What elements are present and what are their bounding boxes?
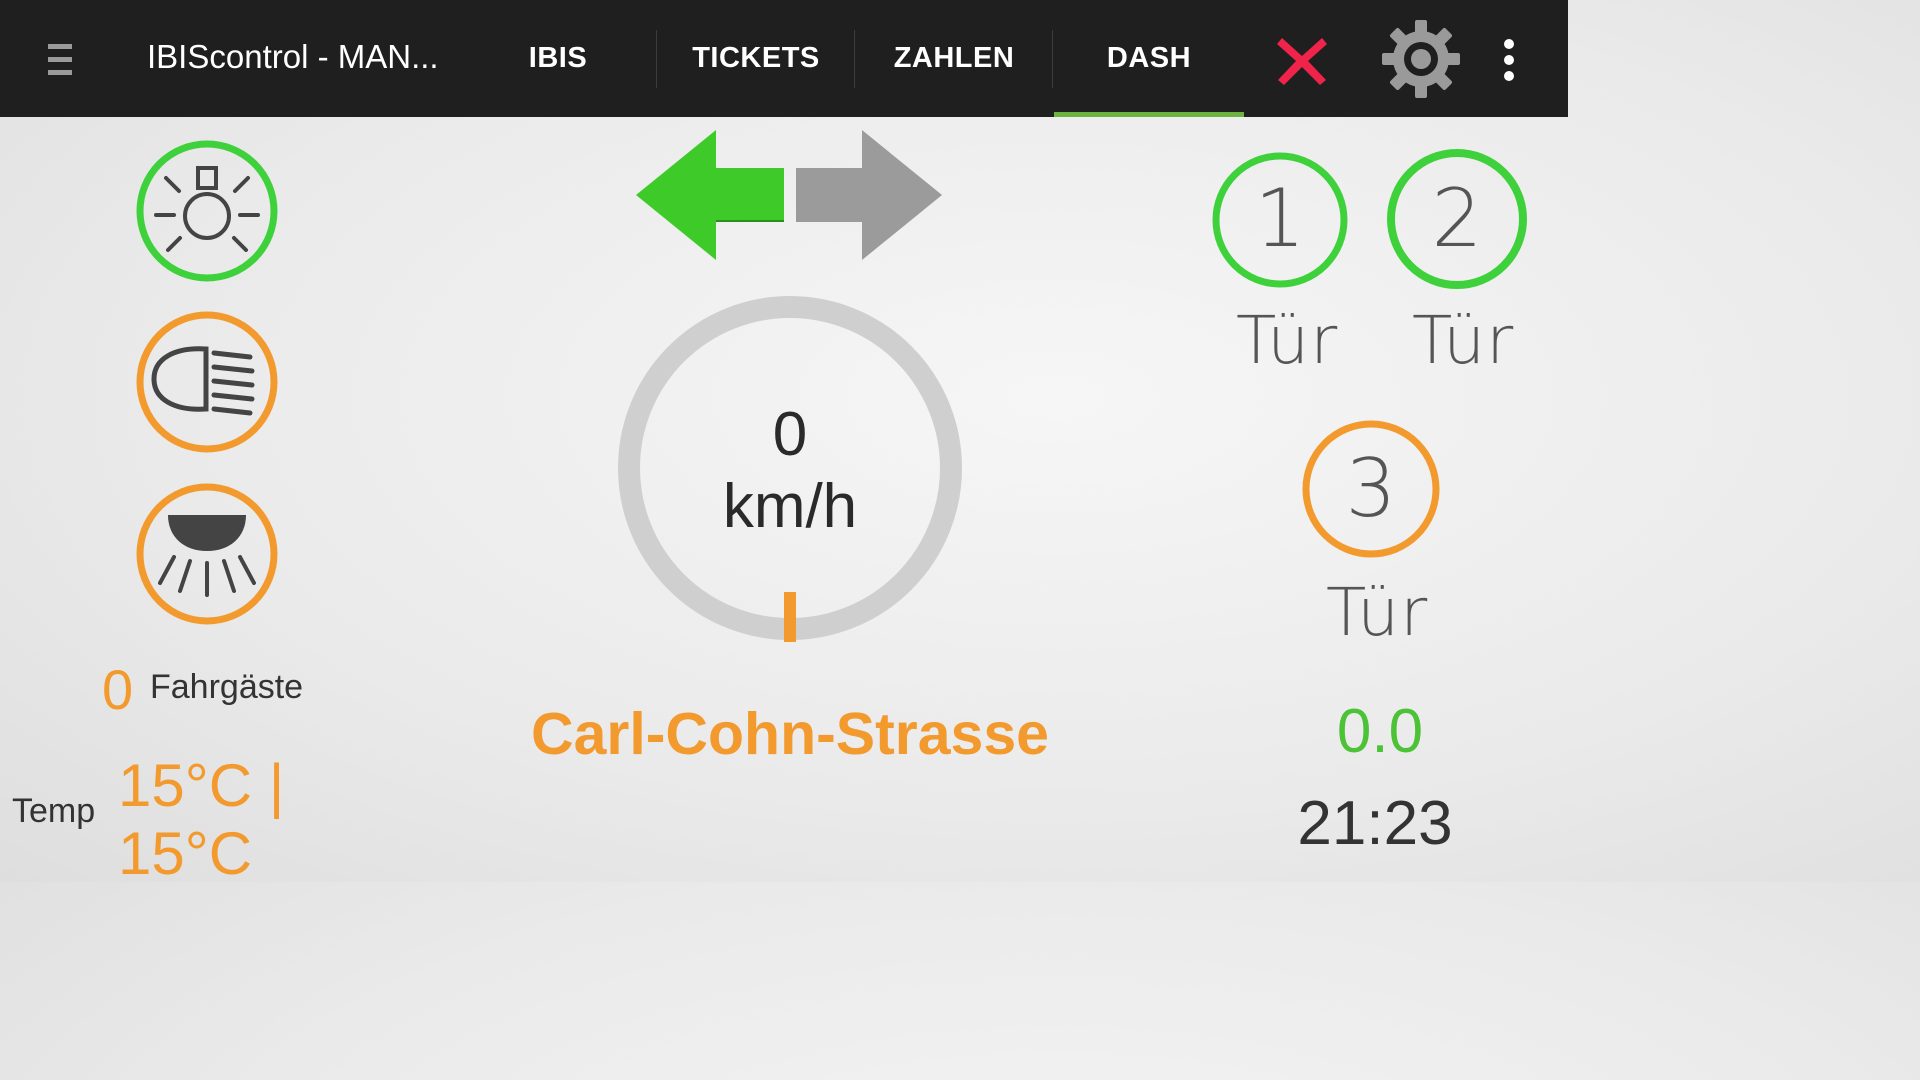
arrow-left-icon[interactable] xyxy=(636,130,784,260)
door-2-indicator[interactable]: 2 xyxy=(1384,146,1530,292)
ceiling-lamp-icon[interactable] xyxy=(134,481,280,627)
active-tab-indicator xyxy=(1054,112,1244,117)
temperature-line-2: 15°C xyxy=(118,820,253,887)
door-3-number: 3 xyxy=(1346,442,1397,535)
speed-value: 0 xyxy=(772,400,808,469)
tab-dash[interactable]: DASH xyxy=(1054,0,1244,117)
action-bar: IBIScontrol - MAN... IBIS TICKETS ZAHLEN… xyxy=(0,0,1568,117)
door-1-indicator[interactable]: 1 xyxy=(1210,150,1350,290)
more-vert-icon[interactable] xyxy=(1496,36,1522,84)
hamburger-icon[interactable] xyxy=(44,40,76,80)
speed-unit: km/h xyxy=(722,472,858,541)
tab-divider xyxy=(656,30,657,88)
door-1-label: Tür xyxy=(1236,302,1339,379)
interior-light-icon[interactable] xyxy=(134,138,280,284)
tab-tickets[interactable]: TICKETS xyxy=(658,0,854,117)
tab-ibis[interactable]: IBIS xyxy=(460,0,656,117)
gear-icon[interactable] xyxy=(1380,18,1462,100)
door-3-label: Tür xyxy=(1326,574,1429,651)
passenger-count: 0 xyxy=(102,658,134,721)
passenger-label: Fahrgäste xyxy=(150,668,304,706)
app-title: IBIScontrol - MAN... xyxy=(147,38,439,75)
arrow-right-icon[interactable] xyxy=(796,130,942,260)
temperature-line-1: 15°C | xyxy=(118,752,285,819)
next-stop-name: Carl-Cohn-Strasse xyxy=(530,701,1049,767)
direction-indicator xyxy=(636,130,942,260)
door-3-indicator[interactable]: 3 xyxy=(1300,418,1442,560)
door-2-number: 2 xyxy=(1432,172,1483,265)
clock: 21:23 xyxy=(1297,789,1453,858)
temperature-value: 15°C | 15°C xyxy=(118,752,284,888)
tab-divider xyxy=(854,30,855,88)
tab-zahlen[interactable]: ZAHLEN xyxy=(856,0,1052,117)
door-2-label: Tür xyxy=(1412,302,1515,379)
door-1-number: 1 xyxy=(1255,172,1306,265)
distance-readout: 0.0 xyxy=(1336,697,1424,766)
close-x-icon[interactable] xyxy=(1272,30,1332,90)
tab-divider xyxy=(1052,30,1053,88)
temperature-label: Temp xyxy=(12,792,96,830)
headlight-icon[interactable] xyxy=(134,309,280,455)
